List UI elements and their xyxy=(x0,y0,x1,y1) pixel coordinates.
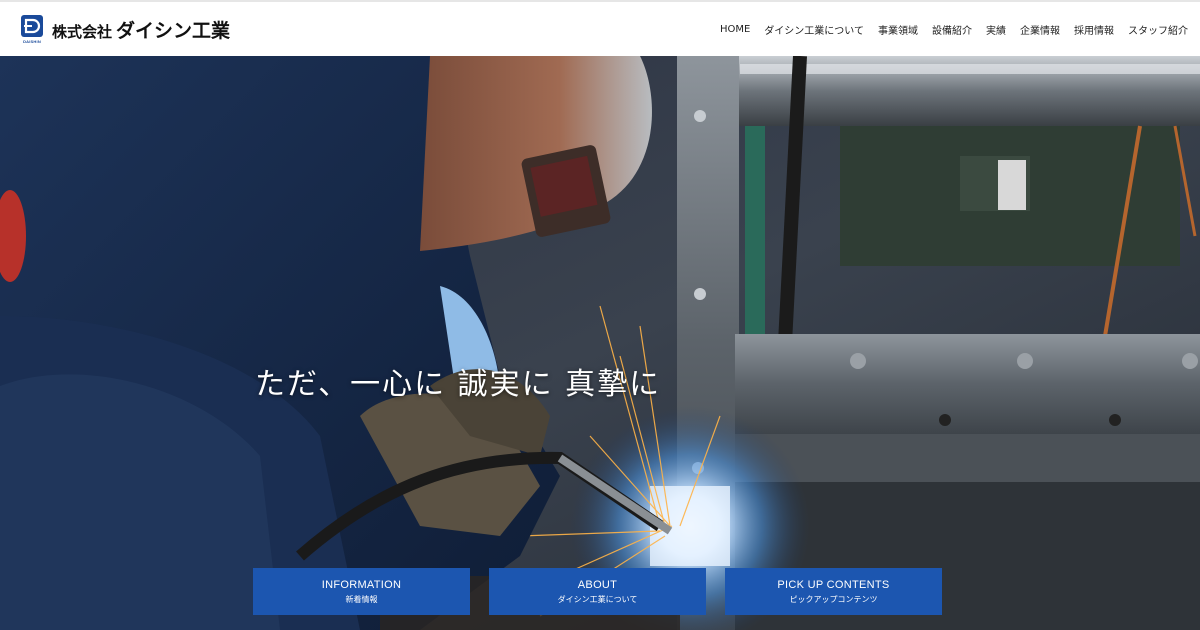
hero-section: ただ、一心に 誠実に 真摯に INFORMATION 新着情報 ABOUT ダイ… xyxy=(0,56,1200,630)
card-subtitle: 新着情報 xyxy=(345,594,378,604)
site-header: DAISHIN 株式会社 ダイシン工業 HOME ダイシン工業について 事業領域… xyxy=(0,0,1200,56)
card-information[interactable]: INFORMATION 新着情報 xyxy=(253,568,470,615)
nav-company[interactable]: 企業情報 xyxy=(1020,22,1060,37)
card-title: INFORMATION xyxy=(321,578,402,591)
nav-staff[interactable]: スタッフ紹介 xyxy=(1128,22,1188,37)
hero-tagline: ただ、一心に 誠実に 真摯に xyxy=(255,367,662,402)
card-title: PICK UP CONTENTS xyxy=(777,578,890,591)
card-subtitle: ピックアップコンテンツ xyxy=(789,594,878,604)
nav-equipment[interactable]: 設備紹介 xyxy=(932,22,972,37)
nav-business[interactable]: 事業領域 xyxy=(878,22,918,37)
nav-results[interactable]: 実績 xyxy=(986,22,1006,37)
card-subtitle: ダイシン工業について xyxy=(557,594,638,604)
company-name: 株式会社 ダイシン工業 xyxy=(52,16,230,43)
card-about[interactable]: ABOUT ダイシン工業について xyxy=(489,568,706,615)
company-prefix: 株式会社 xyxy=(52,22,113,41)
card-title: ABOUT xyxy=(577,578,618,591)
company-main-name: ダイシン工業 xyxy=(116,19,231,42)
daishin-logo-icon: DAISHIN xyxy=(20,14,44,44)
hero-welding-photo xyxy=(0,56,1200,630)
main-nav: HOME ダイシン工業について 事業領域 設備紹介 実績 企業情報 採用情報 ス… xyxy=(720,22,1188,37)
nav-recruit[interactable]: 採用情報 xyxy=(1074,22,1114,37)
card-pickup-contents[interactable]: PICK UP CONTENTS ピックアップコンテンツ xyxy=(725,568,942,615)
nav-about[interactable]: ダイシン工業について xyxy=(764,22,864,37)
brand-logo[interactable]: DAISHIN 株式会社 ダイシン工業 xyxy=(20,14,230,44)
logo-subtext: DAISHIN xyxy=(23,39,41,44)
hero-cards: INFORMATION 新着情報 ABOUT ダイシン工業について PICK U… xyxy=(253,568,942,615)
nav-home[interactable]: HOME xyxy=(720,24,750,35)
